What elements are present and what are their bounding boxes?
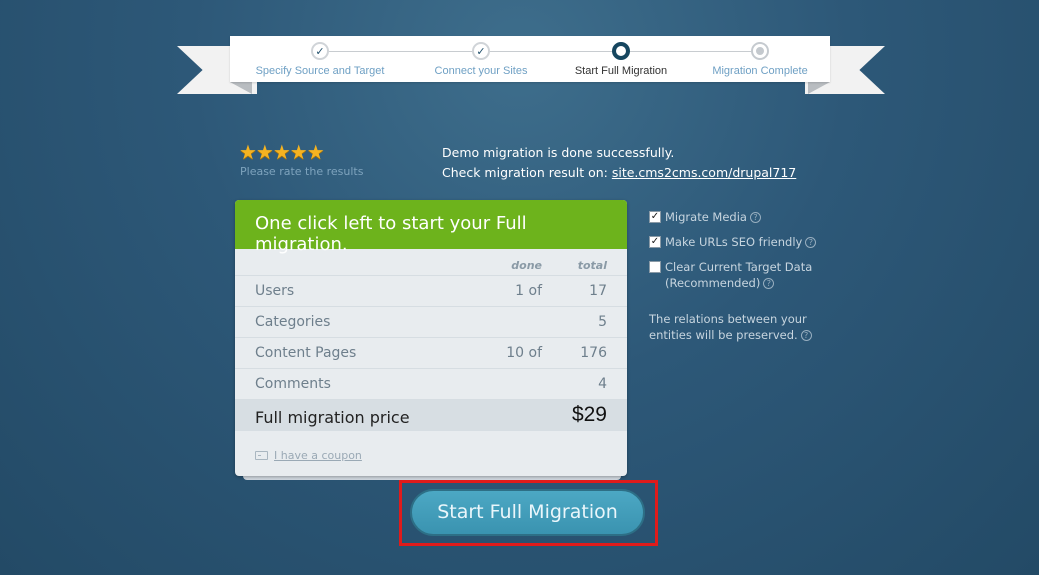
migration-options: ✓ Migrate Media? ✓ Make URLs SEO friendl… <box>649 209 839 343</box>
demo-result-prefix: Check migration result on: <box>442 165 612 180</box>
option-label: Migrate Media <box>665 210 747 224</box>
price-row: Full migration price $29 <box>235 399 627 431</box>
row-total: 5 <box>598 314 607 330</box>
card-header: One click left to start your Full migrat… <box>235 200 627 255</box>
option-label: Make URLs SEO friendly <box>665 235 803 249</box>
pending-step-icon <box>751 42 769 60</box>
table-row: Users 1 of 17 <box>235 275 627 306</box>
start-full-migration-button[interactable]: Start Full Migration <box>410 489 645 536</box>
option-label: Clear Current Target Data (Recommended) <box>665 260 813 290</box>
table-row: Comments 4 <box>235 368 627 399</box>
checkbox-clear-target[interactable] <box>649 261 661 273</box>
coupon-link[interactable]: I have a coupon <box>274 449 362 462</box>
help-icon[interactable]: ? <box>763 278 775 289</box>
col-done: done <box>511 259 542 272</box>
option-migrate-media[interactable]: ✓ Migrate Media? <box>649 209 839 225</box>
step-label: Connect your Sites <box>434 65 528 77</box>
table-row: Categories 5 <box>235 306 627 337</box>
migration-summary-card: One click left to start your Full migrat… <box>235 200 627 476</box>
note-text: The relations between your entities will… <box>649 312 807 342</box>
demo-result-link[interactable]: site.cms2cms.com/drupal717 <box>612 165 796 180</box>
price-label: Full migration price <box>255 408 410 427</box>
help-icon[interactable]: ? <box>800 330 812 341</box>
step-start-full-migration: Start Full Migration <box>541 42 701 77</box>
step-label: Migration Complete <box>712 65 808 77</box>
step-specify-source: ✓ Specify Source and Target <box>240 42 400 77</box>
row-name: Content Pages <box>255 345 357 361</box>
price-value: $29 <box>571 403 607 426</box>
step-label: Start Full Migration <box>574 65 668 77</box>
table-row: Content Pages 10 of 176 <box>235 337 627 368</box>
row-done: 10 of <box>506 345 542 361</box>
check-icon: ✓ <box>311 42 329 60</box>
demo-success-text: Demo migration is done successfully. <box>442 145 675 160</box>
step-migration-complete: Migration Complete <box>680 42 840 77</box>
help-icon[interactable]: ? <box>749 212 761 223</box>
option-clear-target[interactable]: Clear Current Target Data (Recommended)? <box>649 259 839 291</box>
demo-message: Demo migration is done successfully. Che… <box>442 143 796 183</box>
current-step-icon <box>612 42 630 60</box>
row-name: Categories <box>255 314 331 330</box>
option-seo-urls[interactable]: ✓ Make URLs SEO friendly? <box>649 234 839 250</box>
row-total: 4 <box>598 376 607 392</box>
step-connect-sites: ✓ Connect your Sites <box>401 42 561 77</box>
check-icon: ✓ <box>472 42 490 60</box>
progress-steps: ✓ Specify Source and Target ✓ Connect yo… <box>230 36 830 82</box>
star-rating[interactable]: ★★★★★ <box>239 142 325 162</box>
coupon-icon <box>255 451 268 460</box>
row-total: 17 <box>589 283 607 299</box>
step-label: Specify Source and Target <box>255 65 385 77</box>
row-name: Users <box>255 283 295 299</box>
row-total: 176 <box>580 345 607 361</box>
row-done: 1 of <box>515 283 542 299</box>
row-name: Comments <box>255 376 331 392</box>
coupon-section: I have a coupon <box>255 449 362 462</box>
checkbox-migrate-media[interactable]: ✓ <box>649 211 661 223</box>
rating-caption: Please rate the results <box>240 165 364 178</box>
checkbox-seo-urls[interactable]: ✓ <box>649 236 661 248</box>
help-icon[interactable]: ? <box>805 237 817 248</box>
column-headers: done total <box>235 249 627 275</box>
relations-note: The relations between your entities will… <box>649 311 839 343</box>
col-total: total <box>577 259 607 272</box>
